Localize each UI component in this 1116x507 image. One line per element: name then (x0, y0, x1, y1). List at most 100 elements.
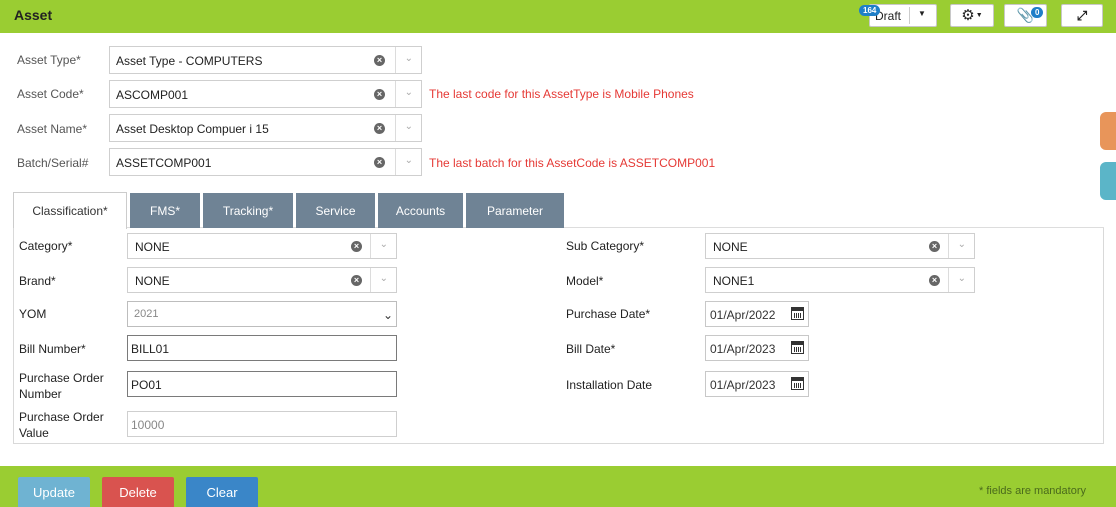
side-panel-toggle-teal[interactable] (1100, 162, 1116, 200)
purchase-date-input[interactable]: 01/Apr/2022 (705, 301, 809, 327)
classification-panel: Category* NONE × ⌄ Brand* NONE × ⌄ YOM 2… (13, 228, 1104, 444)
chevron-down-icon[interactable]: ⌄ (405, 155, 413, 166)
yom-select[interactable]: 2021 ⌄ (127, 301, 397, 327)
purchase-date-label: Purchase Date* (566, 307, 651, 321)
clear-icon[interactable]: × (929, 275, 940, 286)
status-count-badge: 164 (859, 5, 881, 16)
top-bar: Asset Draft ▼ 164 ⚙ ▼ 📎 0 ⤢ (0, 0, 1116, 33)
model-value: NONE1 (713, 274, 755, 288)
po-value-label: Purchase Order Value (19, 410, 104, 440)
calendar-icon[interactable] (791, 377, 804, 390)
select-divider (370, 234, 371, 258)
bill-number-label: Bill Number* (19, 342, 86, 356)
po-number-input[interactable]: PO01 (127, 371, 397, 397)
category-label: Category* (19, 239, 73, 253)
chevron-down-icon[interactable]: ⌄ (380, 273, 388, 284)
asset-code-label: Asset Code* (17, 87, 84, 101)
select-divider (395, 149, 396, 175)
sub-category-label: Sub Category* (566, 239, 645, 253)
gear-icon: ⚙ (961, 7, 975, 24)
settings-button[interactable]: ⚙ ▼ (950, 4, 994, 27)
clear-icon[interactable]: × (351, 275, 362, 286)
caret-down-icon: ▼ (975, 12, 983, 19)
clear-icon[interactable]: × (351, 241, 362, 252)
mandatory-note: * fields are mandatory (979, 485, 1086, 497)
brand-select[interactable]: NONE × ⌄ (127, 267, 397, 293)
select-divider (948, 268, 949, 292)
status-divider (909, 7, 910, 24)
asset-type-label: Asset Type* (17, 53, 81, 67)
chevron-down-icon[interactable]: ⌄ (958, 239, 966, 250)
clear-icon[interactable]: × (374, 123, 385, 134)
chevron-down-icon: ⌄ (382, 308, 393, 322)
chevron-down-icon[interactable]: ⌄ (405, 87, 413, 98)
po-number-value: PO01 (131, 378, 162, 392)
select-divider (395, 47, 396, 73)
installation-date-input[interactable]: 01/Apr/2023 (705, 371, 809, 397)
asset-name-select[interactable]: Asset Desktop Compuer i 15 × ⌄ (109, 114, 422, 142)
clear-icon[interactable]: × (929, 241, 940, 252)
clear-icon[interactable]: × (374, 157, 385, 168)
asset-name-value: Asset Desktop Compuer i 15 (116, 122, 269, 136)
select-divider (395, 81, 396, 107)
select-divider (948, 234, 949, 258)
page-title: Asset (14, 7, 53, 23)
bill-number-value: BILL01 (131, 342, 170, 356)
asset-code-select[interactable]: ASCOMP001 × ⌄ (109, 80, 422, 108)
batch-serial-select[interactable]: ASSETCOMP001 × ⌄ (109, 148, 422, 176)
expand-button[interactable]: ⤢ (1061, 4, 1103, 27)
category-value: NONE (135, 240, 170, 254)
asset-type-value: Asset Type - COMPUTERS (116, 54, 263, 68)
chevron-down-icon[interactable]: ⌄ (405, 53, 413, 64)
tab-bar: Classification* FMS* Tracking* Service A… (13, 192, 1104, 229)
tab-classification[interactable]: Classification* (13, 192, 127, 229)
update-button[interactable]: Update (18, 477, 90, 507)
model-label: Model* (566, 274, 604, 288)
calendar-icon[interactable] (791, 307, 804, 320)
chevron-down-icon[interactable]: ⌄ (405, 121, 413, 132)
bill-number-input[interactable]: BILL01 (127, 335, 397, 361)
asset-code-value: ASCOMP001 (116, 88, 189, 102)
asset-name-label: Asset Name* (17, 122, 88, 136)
footer-bar: Update Delete Clear * fields are mandato… (0, 466, 1116, 507)
yom-label: YOM (19, 307, 47, 321)
sub-category-value: NONE (713, 240, 748, 254)
expand-icon: ⤢ (1076, 7, 1088, 23)
bill-date-value: 01/Apr/2023 (710, 342, 776, 356)
po-value-value: 10000 (131, 418, 165, 432)
chevron-down-icon[interactable]: ⌄ (380, 239, 388, 250)
select-divider (395, 115, 396, 141)
brand-value: NONE (135, 274, 170, 288)
select-divider (370, 268, 371, 292)
calendar-icon[interactable] (791, 341, 804, 354)
installation-date-value: 01/Apr/2023 (710, 378, 776, 392)
batch-serial-label: Batch/Serial# (17, 156, 89, 170)
model-select[interactable]: NONE1 × ⌄ (705, 267, 975, 293)
installation-date-label: Installation Date (566, 378, 653, 392)
sub-category-select[interactable]: NONE × ⌄ (705, 233, 975, 259)
bill-date-input[interactable]: 01/Apr/2023 (705, 335, 809, 361)
tab-parameter[interactable]: Parameter (466, 193, 564, 228)
side-panel-toggle-orange[interactable] (1100, 112, 1116, 150)
po-value-input[interactable]: 10000 (127, 411, 397, 437)
brand-label: Brand* (19, 274, 56, 288)
tab-fms[interactable]: FMS* (130, 193, 200, 228)
tab-tracking[interactable]: Tracking* (203, 193, 293, 228)
po-number-label: Purchase Order Number (19, 371, 104, 401)
clear-icon[interactable]: × (374, 55, 385, 66)
purchase-date-value: 01/Apr/2022 (710, 308, 776, 322)
caret-down-icon: ▼ (918, 9, 926, 18)
yom-value: 2021 (134, 308, 159, 320)
batch-serial-message: The last batch for this AssetCode is ASS… (429, 156, 716, 170)
tab-accounts[interactable]: Accounts (378, 193, 463, 228)
delete-button[interactable]: Delete (102, 477, 174, 507)
clear-icon[interactable]: × (374, 89, 385, 100)
chevron-down-icon[interactable]: ⌄ (958, 273, 966, 284)
asset-code-message: The last code for this AssetType is Mobi… (429, 87, 694, 101)
category-select[interactable]: NONE × ⌄ (127, 233, 397, 259)
clear-button[interactable]: Clear (186, 477, 258, 507)
asset-type-select[interactable]: Asset Type - COMPUTERS × ⌄ (109, 46, 422, 74)
batch-serial-value: ASSETCOMP001 (116, 156, 212, 170)
tab-service[interactable]: Service (296, 193, 375, 228)
bill-date-label: Bill Date* (566, 342, 616, 356)
